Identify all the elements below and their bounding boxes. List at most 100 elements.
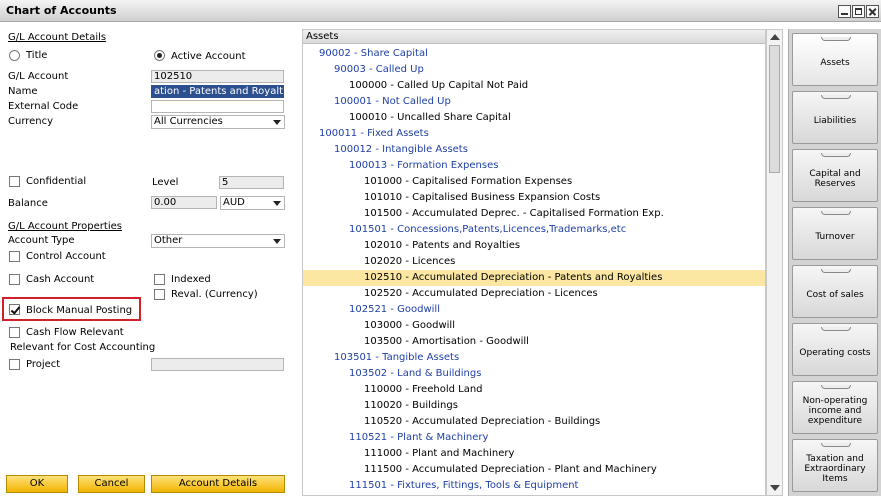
- drawer-tab[interactable]: Assets: [792, 33, 878, 86]
- drawer-tab[interactable]: Non-operating income and expenditure: [792, 381, 878, 434]
- tree-row-label: 102521 - Goodwill: [349, 304, 440, 315]
- tree-row-label: 110521 - Plant & Machinery: [349, 432, 489, 443]
- tree-row[interactable]: 110020 - Buildings: [303, 398, 765, 414]
- scroll-thumb[interactable]: [769, 45, 780, 173]
- drawer-tab[interactable]: Operating costs: [792, 323, 878, 376]
- tree-row[interactable]: 100001 - Not Called Up: [303, 94, 765, 110]
- tree-row[interactable]: 111501 - Fixtures, Fittings, Tools & Equ…: [303, 478, 765, 494]
- drawer-tab[interactable]: Cost of sales: [792, 265, 878, 318]
- tree-row[interactable]: 90003 - Called Up: [303, 62, 765, 78]
- account-details-button[interactable]: Account Details: [151, 475, 285, 493]
- tree-row-label: 102010 - Patents and Royalties: [364, 240, 521, 251]
- drawer-tab-label: Non-operating income and expenditure: [802, 395, 868, 426]
- indexed-label: Indexed: [171, 274, 211, 285]
- account-details-panel: G/L Account Details Title Active Account…: [0, 23, 298, 498]
- drawer-handle-icon: [821, 37, 851, 41]
- account-type-label: Account Type: [8, 235, 75, 246]
- drawer-tabs: Assets Liabilities Capital and Reserves Tur…: [788, 29, 881, 496]
- external-code-field[interactable]: [151, 100, 284, 113]
- drawer-tab-label: Taxation and Extraordinary Items: [804, 453, 866, 484]
- tree-row[interactable]: 102510 - Accumulated Depreciation - Pate…: [303, 270, 765, 286]
- tree-row[interactable]: 101500 - Accumulated Deprec. - Capitalis…: [303, 206, 765, 222]
- confidential-label: Confidential: [26, 176, 87, 187]
- tree-row[interactable]: 103502 - Land & Buildings: [303, 366, 765, 382]
- tree-row[interactable]: 111000 - Plant and Machinery: [303, 446, 765, 462]
- cash-account-label: Cash Account: [26, 274, 95, 285]
- confidential-checkbox[interactable]: [9, 176, 20, 187]
- tree-row-label: 111000 - Plant and Machinery: [364, 448, 515, 459]
- tree-row-label: 111500 - Accumulated Depreciation - Plan…: [364, 464, 657, 475]
- tree-row[interactable]: 102020 - Licences: [303, 254, 765, 270]
- gl-account-field[interactable]: 102510: [151, 70, 284, 83]
- tree-row[interactable]: 103000 - Goodwill: [303, 318, 765, 334]
- tree-row-label: 90002 - Share Capital: [319, 48, 428, 59]
- block-manual-posting-checkbox[interactable]: [9, 304, 20, 315]
- drawer-tab-label: Turnover: [815, 231, 855, 242]
- active-account-radio[interactable]: [154, 50, 165, 61]
- tree-row[interactable]: 100013 - Formation Expenses: [303, 158, 765, 174]
- reval-currency-checkbox[interactable]: [154, 289, 165, 300]
- project-field[interactable]: [151, 358, 284, 371]
- tree-row-label: 103502 - Land & Buildings: [349, 368, 482, 379]
- level-field: 5: [219, 176, 284, 189]
- minimize-button[interactable]: [838, 5, 851, 18]
- drawer-handle-icon: [821, 385, 851, 389]
- tree-row[interactable]: 101501 - Concessions,Patents,Licences,Tr…: [303, 222, 765, 238]
- project-checkbox[interactable]: [9, 359, 20, 370]
- tree-row[interactable]: 110521 - Plant & Machinery: [303, 430, 765, 446]
- ok-button[interactable]: OK: [6, 475, 68, 493]
- drawer-tab-label: Capital and Reserves: [809, 168, 861, 189]
- tree-row-label: 100012 - Intangible Assets: [334, 144, 468, 155]
- drawer-tab[interactable]: Taxation and Extraordinary Items: [792, 439, 878, 492]
- maximize-button[interactable]: [852, 5, 865, 18]
- close-button[interactable]: [866, 5, 879, 18]
- drawer-tab[interactable]: Liabilities: [792, 91, 878, 144]
- tree-row[interactable]: 101000 - Capitalised Formation Expenses: [303, 174, 765, 190]
- tree-header: Assets: [303, 30, 765, 44]
- currency-label: Currency: [8, 116, 54, 127]
- tree-row[interactable]: 100000 - Called Up Capital Not Paid: [303, 78, 765, 94]
- tree-row-label: 100001 - Not Called Up: [334, 96, 451, 107]
- currency-dropdown[interactable]: All Currencies: [151, 115, 285, 129]
- title-radio[interactable]: [9, 50, 20, 61]
- active-account-label: Active Account: [171, 51, 246, 62]
- tree-row-label: 100011 - Fixed Assets: [319, 128, 429, 139]
- drawer-handle-icon: [821, 443, 851, 447]
- tree-row[interactable]: 102521 - Goodwill: [303, 302, 765, 318]
- cash-flow-relevant-checkbox[interactable]: [9, 327, 20, 338]
- tree-row[interactable]: 103500 - Amortisation - Goodwill: [303, 334, 765, 350]
- external-code-label: External Code: [8, 101, 79, 112]
- tree-row[interactable]: 100012 - Intangible Assets: [303, 142, 765, 158]
- indexed-checkbox[interactable]: [154, 274, 165, 285]
- tree-row[interactable]: 110520 - Accumulated Depreciation - Buil…: [303, 414, 765, 430]
- tree-scrollbar[interactable]: [766, 29, 783, 496]
- tree-row-label: 90003 - Called Up: [334, 64, 424, 75]
- tree-row[interactable]: 111500 - Accumulated Depreciation - Plan…: [303, 462, 765, 478]
- account-tree[interactable]: Assets 90002 - Share Capital 90003 - Call…: [302, 29, 766, 496]
- gl-details-heading: G/L Account Details: [8, 32, 107, 43]
- cancel-button[interactable]: Cancel: [78, 475, 145, 493]
- drawer-tab[interactable]: Turnover: [792, 207, 878, 260]
- tree-row[interactable]: 102010 - Patents and Royalties: [303, 238, 765, 254]
- tree-row[interactable]: 103501 - Tangible Assets: [303, 350, 765, 366]
- scroll-down-icon[interactable]: [770, 485, 780, 491]
- tree-row[interactable]: 100011 - Fixed Assets: [303, 126, 765, 142]
- scroll-up-icon[interactable]: [770, 34, 780, 40]
- tree-row[interactable]: 100010 - Uncalled Share Capital: [303, 110, 765, 126]
- name-field[interactable]: ation - Patents and Royalties: [151, 85, 284, 98]
- chevron-down-icon: [273, 120, 281, 125]
- tree-row[interactable]: 101010 - Capitalised Business Expansion …: [303, 190, 765, 206]
- gl-properties-heading: G/L Account Properties: [8, 221, 122, 232]
- tree-row-label: 110000 - Freehold Land: [364, 384, 483, 395]
- control-account-checkbox[interactable]: [9, 251, 20, 262]
- tree-row[interactable]: 90002 - Share Capital: [303, 46, 765, 62]
- tree-row[interactable]: 110000 - Freehold Land: [303, 382, 765, 398]
- tree-row-label: 110020 - Buildings: [364, 400, 458, 411]
- tree-row-label: 102520 - Accumulated Depreciation - Lice…: [364, 288, 598, 299]
- balance-currency-dropdown[interactable]: AUD: [220, 196, 285, 210]
- account-type-dropdown[interactable]: Other: [151, 234, 285, 248]
- cash-account-checkbox[interactable]: [9, 274, 20, 285]
- drawer-tab[interactable]: Capital and Reserves: [792, 149, 878, 202]
- tree-row-label: 100013 - Formation Expenses: [349, 160, 499, 171]
- tree-row[interactable]: 102520 - Accumulated Depreciation - Lice…: [303, 286, 765, 302]
